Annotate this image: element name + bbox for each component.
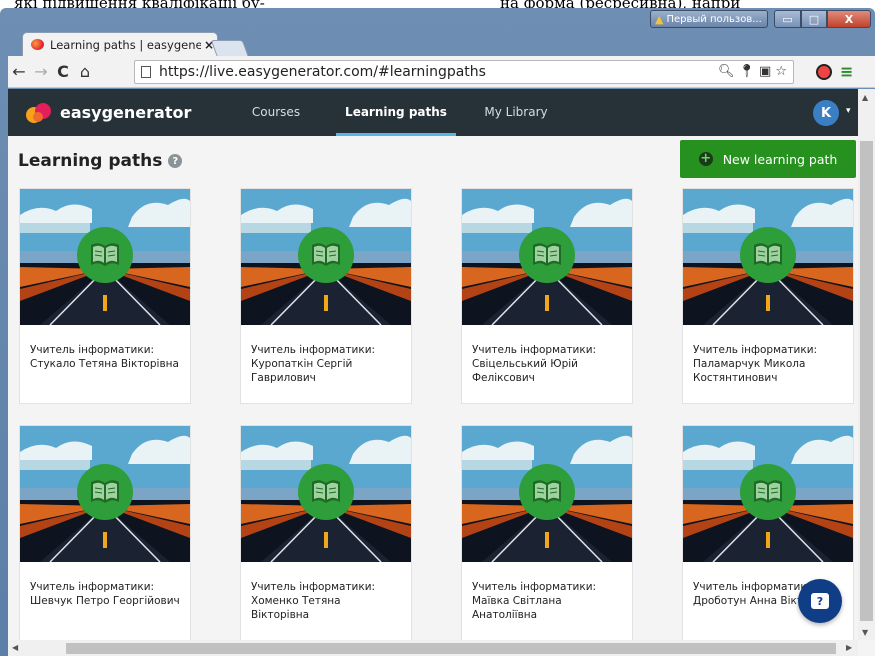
nav-courses[interactable]: Courses (216, 89, 336, 136)
nav-learning-paths[interactable]: Learning paths (336, 89, 456, 136)
scroll-left-icon[interactable]: ◀ (12, 643, 18, 652)
browser-toolbar: ← → C ⌂ https://live.easygenerator.com/#… (8, 56, 875, 88)
favicon-icon (31, 39, 44, 50)
road-thumbnail-image (683, 189, 853, 325)
reload-icon[interactable]: C (52, 62, 74, 81)
browser-tab[interactable]: Learning paths | easygene × (22, 32, 218, 56)
brand-name: easygenerator (60, 103, 192, 122)
window-controls: ▭ □ X (774, 10, 871, 28)
star-icon[interactable]: ☆ (775, 64, 787, 79)
learning-path-card[interactable]: Учитель інформатики: Шевчук Петро Георгі… (19, 425, 191, 641)
minimize-button[interactable]: ▭ (774, 10, 801, 28)
chevron-down-icon[interactable]: ▾ (846, 106, 851, 116)
card-title: Учитель інформатики: Стукало Тетяна Вікт… (30, 344, 179, 370)
chat-help-icon: ? (811, 593, 829, 609)
vertical-scroll-thumb[interactable] (860, 141, 873, 621)
forward-arrow-icon[interactable]: → (30, 62, 52, 81)
learning-path-card[interactable]: Учитель інформатики: Куропаткін Сергій Г… (240, 188, 412, 404)
road-thumbnail-image (683, 426, 853, 562)
card-title: Учитель інформатики: Хоменко Тетяна Вікт… (251, 581, 376, 621)
question-icon[interactable]: ? (168, 154, 183, 168)
close-window-button[interactable]: X (827, 10, 871, 28)
road-thumbnail-image (462, 426, 632, 562)
pin-icon[interactable]: 📍︎ (739, 64, 756, 79)
app-header: easygenerator Courses Learning paths My … (8, 89, 858, 136)
taskbar-user-label: Первый пользов... (666, 13, 762, 25)
tab-title: Learning paths | easygene (50, 37, 201, 52)
extension-icon[interactable] (816, 63, 832, 80)
chat-help-button[interactable]: ? (798, 579, 842, 623)
extension-icons: ≡ (816, 62, 853, 81)
card-title: Учитель інформатики: Паламарчук Микола К… (693, 344, 818, 384)
zoom-icon[interactable]: 🔍︎ (718, 64, 735, 79)
scroll-up-icon[interactable]: ▲ (862, 93, 868, 102)
warning-icon: ▲ (655, 12, 664, 26)
card-title: Учитель інформатики: Маївка Світлана Ана… (472, 581, 597, 621)
page-title-text: Learning paths (18, 151, 163, 171)
nav-my-library[interactable]: My Library (456, 89, 576, 136)
learning-path-card[interactable]: Учитель інформатики: Стукало Тетяна Вікт… (19, 188, 191, 404)
scroll-right-icon[interactable]: ▶ (846, 643, 852, 652)
address-bar-icons: 🔍︎ 📍︎ ▣ ☆ (718, 64, 787, 79)
card-title: Учитель інформатики: Куропаткін Сергій Г… (251, 344, 376, 384)
page-icon (141, 66, 151, 78)
road-thumbnail-image (20, 426, 190, 562)
card-title: Учитель інформатики: Свіцельський Юрій Ф… (472, 344, 597, 384)
road-thumbnail-image (241, 189, 411, 325)
url-text: https://live.easygenerator.com/#learning… (159, 64, 486, 80)
road-thumbnail-image (20, 189, 190, 325)
vertical-scrollbar[interactable]: ▲ ▼ (858, 89, 875, 640)
new-learning-path-label: New learning path (722, 151, 838, 167)
menu-icon[interactable]: ≡ (840, 62, 853, 81)
horizontal-scroll-thumb[interactable] (66, 643, 836, 654)
home-icon[interactable]: ⌂ (74, 62, 96, 81)
new-learning-path-button[interactable]: + New learning path (680, 140, 856, 178)
learning-path-card[interactable]: Учитель інформатики: Паламарчук Микола К… (682, 188, 854, 404)
user-avatar[interactable]: K (813, 100, 839, 126)
card-title: Учитель інформатики: Шевчук Петро Георгі… (30, 581, 180, 607)
translate-icon[interactable]: ▣ (759, 64, 771, 79)
scroll-down-icon[interactable]: ▼ (862, 628, 868, 637)
plus-icon: + (698, 151, 713, 166)
learning-path-card[interactable]: Учитель інформатики: Маївка Світлана Ана… (461, 425, 633, 641)
horizontal-scrollbar[interactable]: ◀ ▶ (8, 640, 858, 656)
logo-mark-icon (26, 102, 54, 124)
maximize-button[interactable]: □ (801, 10, 827, 28)
back-arrow-icon[interactable]: ← (8, 62, 30, 81)
road-thumbnail-image (462, 189, 632, 325)
address-bar[interactable]: https://live.easygenerator.com/#learning… (134, 60, 794, 84)
taskbar-user-button[interactable]: ▲ Первый пользов... (650, 10, 768, 28)
easygenerator-logo[interactable]: easygenerator (26, 102, 216, 124)
page-title: Learning paths ? (18, 151, 183, 171)
road-thumbnail-image (241, 426, 411, 562)
learning-path-card[interactable]: Учитель інформатики: Свіцельський Юрій Ф… (461, 188, 633, 404)
page-viewport: easygenerator Courses Learning paths My … (8, 89, 875, 656)
learning-path-card[interactable]: Учитель інформатики: Хоменко Тетяна Вікт… (240, 425, 412, 641)
